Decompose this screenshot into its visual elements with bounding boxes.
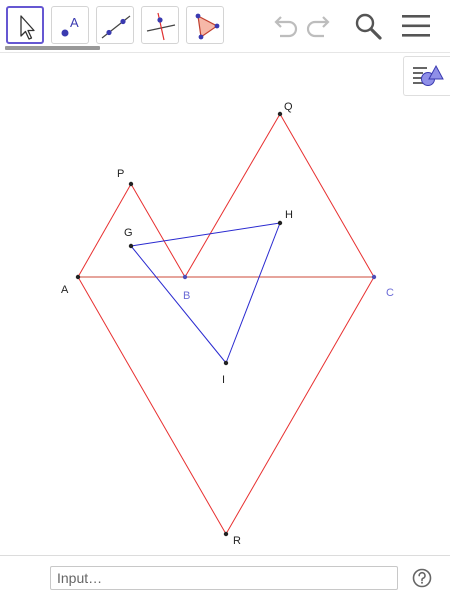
point-P[interactable] — [128, 181, 134, 187]
point-label-A: A — [61, 284, 69, 296]
help-icon — [412, 568, 432, 588]
graphics-view[interactable]: A B C P Q R G H I — [0, 53, 450, 555]
input-field[interactable] — [50, 566, 398, 590]
point-label-H: H — [285, 209, 293, 221]
segment-QC[interactable] — [279, 113, 375, 278]
segment-PB[interactable] — [130, 183, 186, 278]
main-menu-button[interactable] — [400, 10, 432, 42]
undo-icon — [274, 16, 298, 38]
line-tool-icon — [101, 15, 131, 39]
input-help-button[interactable] — [412, 568, 432, 588]
point-tool-glyph: A — [70, 15, 79, 30]
polygon-tool-icon — [195, 13, 220, 40]
search-icon — [355, 13, 382, 40]
move-tool-button[interactable] — [6, 6, 44, 44]
polygon-tool-button[interactable] — [186, 6, 224, 44]
point-B[interactable] — [182, 274, 188, 280]
algebra-input-bar — [0, 555, 450, 600]
point-label-C: C — [386, 287, 394, 299]
point-A[interactable] — [75, 274, 81, 280]
point-C[interactable] — [371, 274, 377, 280]
line-tool-button[interactable] — [96, 6, 134, 44]
redo-icon — [306, 16, 330, 38]
point-Q[interactable] — [277, 111, 283, 117]
segment-RC[interactable] — [225, 276, 375, 535]
move-arrow-icon — [20, 15, 35, 40]
labels-layer: A B C P Q R G H I — [61, 101, 394, 547]
point-label-Q: Q — [284, 101, 293, 113]
point-label-R: R — [233, 535, 241, 547]
segment-BQ[interactable] — [184, 113, 281, 278]
toolbar-scroll-indicator — [5, 46, 100, 50]
redo-button[interactable] — [304, 10, 336, 42]
point-tool-button[interactable]: A — [51, 6, 89, 44]
search-button[interactable] — [352, 10, 384, 42]
point-label-I: I — [222, 374, 225, 386]
perpendicular-line-icon — [146, 12, 176, 41]
segment-IG[interactable] — [130, 245, 227, 364]
toolbar: A — [0, 0, 450, 53]
point-H[interactable] — [277, 220, 283, 226]
menu-icon — [402, 15, 430, 37]
undo-button[interactable] — [268, 10, 300, 42]
point-I[interactable] — [223, 360, 229, 366]
perpendicular-tool-button[interactable] — [141, 6, 179, 44]
point-label-B: B — [183, 290, 190, 302]
point-R[interactable] — [223, 531, 229, 537]
point-label-P: P — [117, 168, 124, 180]
point-label-G: G — [124, 227, 133, 239]
segment-AR[interactable] — [77, 276, 227, 535]
segment-HI[interactable] — [225, 222, 281, 364]
point-G[interactable] — [128, 243, 134, 249]
point-tool-icon: A — [61, 15, 79, 37]
